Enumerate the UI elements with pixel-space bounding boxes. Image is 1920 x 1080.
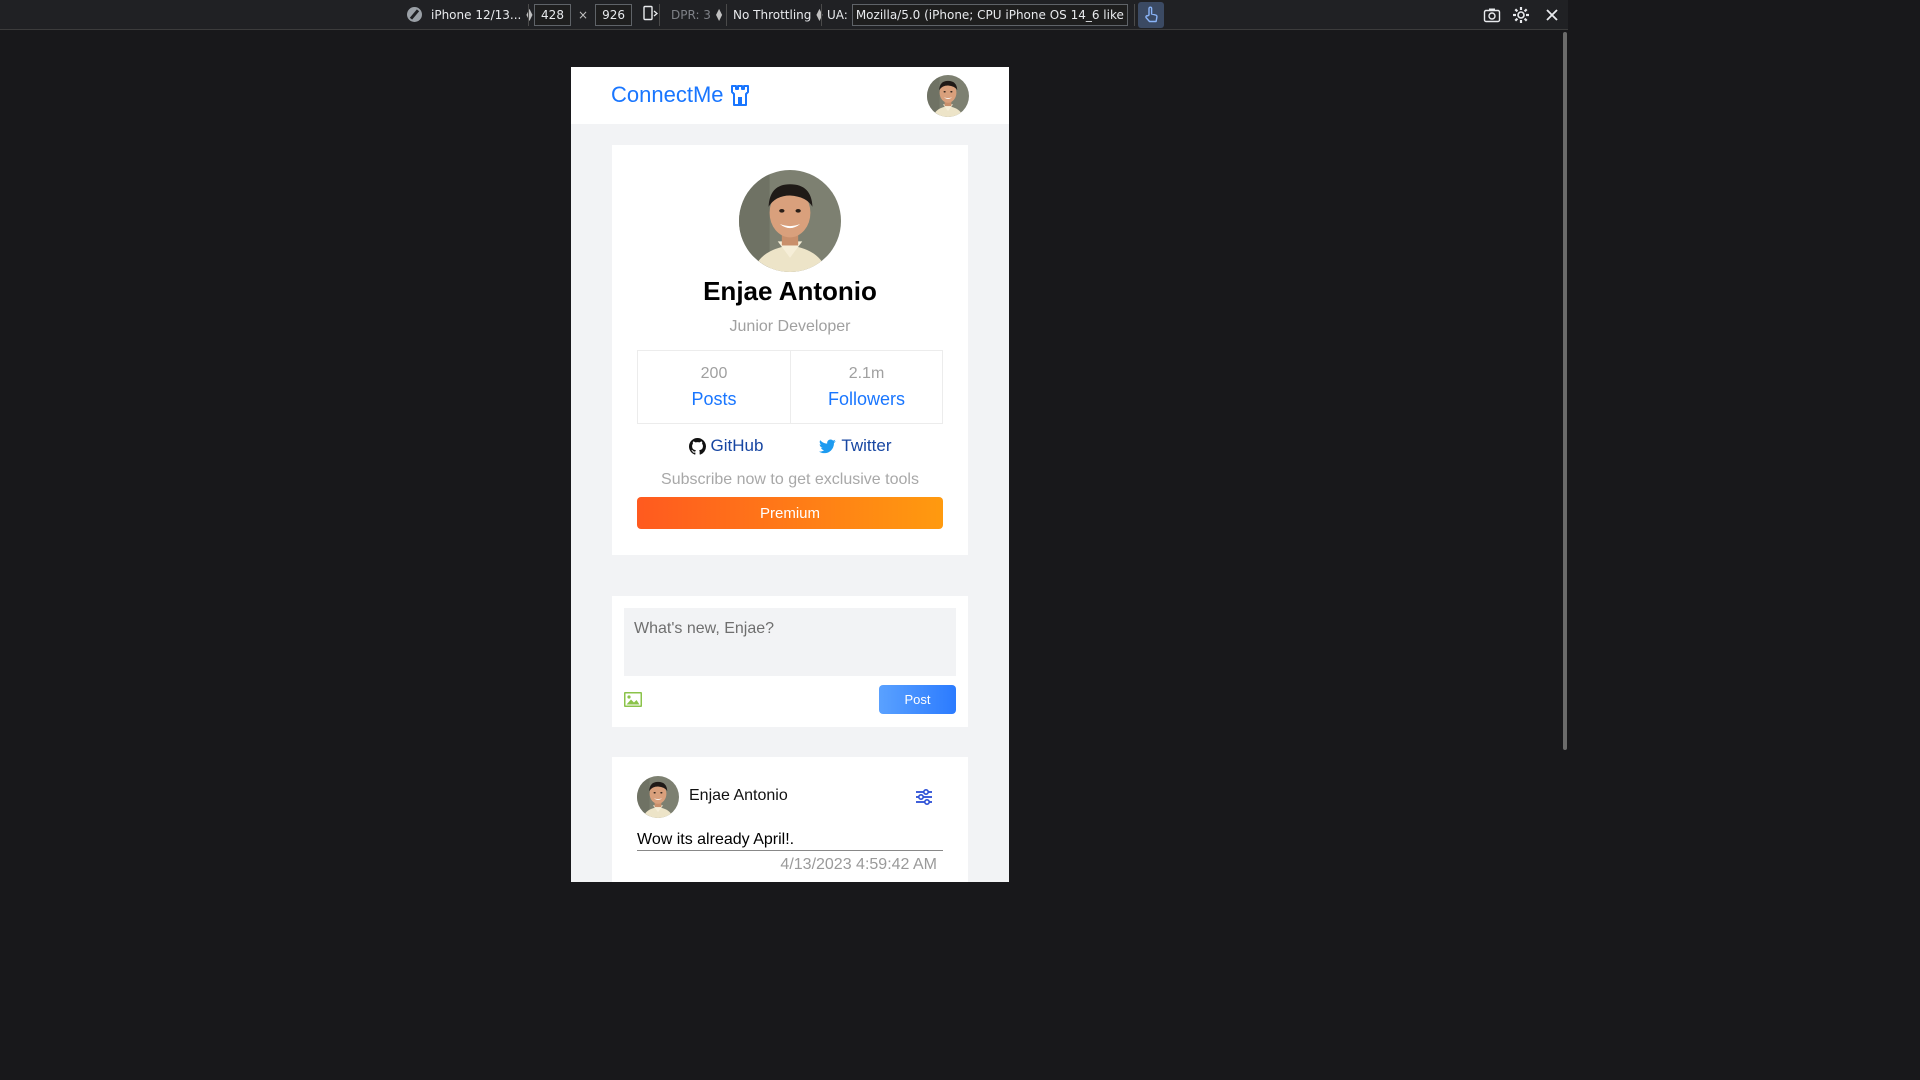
stat-followers[interactable]: 2.1m Followers <box>790 351 942 423</box>
device-viewport: ConnectMe Enjae Antonio Junior Developer… <box>571 67 1009 882</box>
screenshot-button[interactable] <box>1483 0 1501 29</box>
toolbar-divider <box>1134 4 1135 26</box>
top-navbar: ConnectMe <box>571 67 1009 124</box>
post-card: Enjae Antonio Wow its already April!. 4/… <box>612 757 968 882</box>
device-toolbar: iPhone 12/13... ▲ ▼ 428 × 926 DPR: 3 ▲ ▼ N… <box>0 0 1568 30</box>
gear-icon <box>1513 6 1529 23</box>
nav-avatar[interactable] <box>927 75 969 117</box>
post-author-avatar[interactable] <box>637 776 679 818</box>
device-select[interactable]: iPhone 12/13... ▲ ▼ <box>407 0 533 29</box>
camera-icon <box>1483 8 1501 22</box>
height-input[interactable]: 926 <box>595 3 633 26</box>
brand-logo[interactable]: ConnectMe <box>611 82 750 108</box>
twitter-icon <box>819 438 837 453</box>
scrollbar-thumb[interactable] <box>1563 32 1567 750</box>
profile-name: Enjae Antonio <box>703 276 877 306</box>
ua-input[interactable]: Mozilla/5.0 (iPhone; CPU iPhone OS 14_6 … <box>851 3 1128 26</box>
github-link[interactable]: GitHub <box>688 436 764 456</box>
subscribe-text: Subscribe now to get exclusive tools <box>661 471 919 488</box>
dpr-select[interactable]: DPR: 3 ▲ ▼ <box>671 0 722 29</box>
dpr-label: DPR: 3 <box>671 7 711 22</box>
compose-card: Post <box>612 596 968 727</box>
times-sign: × <box>578 7 589 22</box>
twitter-label: Twitter <box>841 436 892 455</box>
compose-input[interactable] <box>624 608 956 676</box>
toolbar-divider <box>726 4 727 26</box>
stat-posts-value: 200 <box>700 365 728 382</box>
profile-card: Enjae Antonio Junior Developer 200 Posts… <box>612 145 968 555</box>
profile-stats: 200 Posts 2.1m Followers <box>637 350 943 424</box>
compass-icon <box>407 7 422 22</box>
post-button[interactable]: Post <box>879 685 956 714</box>
rotate-icon[interactable] <box>642 5 659 24</box>
updown-arrows-icon: ▲ ▼ <box>715 6 723 22</box>
settings-button[interactable] <box>1512 0 1530 29</box>
sliders-icon[interactable] <box>915 788 933 806</box>
image-icon[interactable] <box>624 692 642 707</box>
stat-followers-label: Followers <box>827 389 906 409</box>
post-author-name[interactable]: Enjae Antonio <box>689 787 788 805</box>
social-links: GitHub Twitter <box>612 436 968 456</box>
throttling-label: No Throttling <box>733 7 812 22</box>
hand-pointer-icon <box>1145 6 1158 22</box>
github-icon <box>688 437 706 455</box>
ua-label: UA: <box>827 7 848 22</box>
toolbar-divider <box>659 4 660 26</box>
stat-posts-label: Posts <box>691 389 737 409</box>
toolbar-divider <box>528 4 529 26</box>
width-input[interactable]: 428 <box>534 3 571 26</box>
profile-avatar <box>739 170 841 272</box>
post-text: Wow its already April!. <box>637 831 943 851</box>
github-label: GitHub <box>710 436 764 455</box>
throttling-select[interactable]: No Throttling ▲ ▼ <box>733 0 823 29</box>
stat-followers-value: 2.1m <box>848 365 885 382</box>
twitter-link[interactable]: Twitter <box>819 436 891 456</box>
toolbar-divider <box>821 4 822 26</box>
castle-icon <box>730 85 749 106</box>
premium-button[interactable]: Premium <box>637 497 943 529</box>
close-icon <box>1546 8 1558 21</box>
post-timestamp: 4/13/2023 4:59:42 AM <box>780 856 937 873</box>
device-name: iPhone 12/13... <box>431 7 522 22</box>
brand-name: ConnectMe <box>611 82 724 107</box>
profile-role: Junior Developer <box>729 318 851 335</box>
close-button[interactable] <box>1545 0 1559 29</box>
touch-toggle-button[interactable] <box>1138 1 1164 28</box>
stat-posts[interactable]: 200 Posts <box>638 351 790 423</box>
